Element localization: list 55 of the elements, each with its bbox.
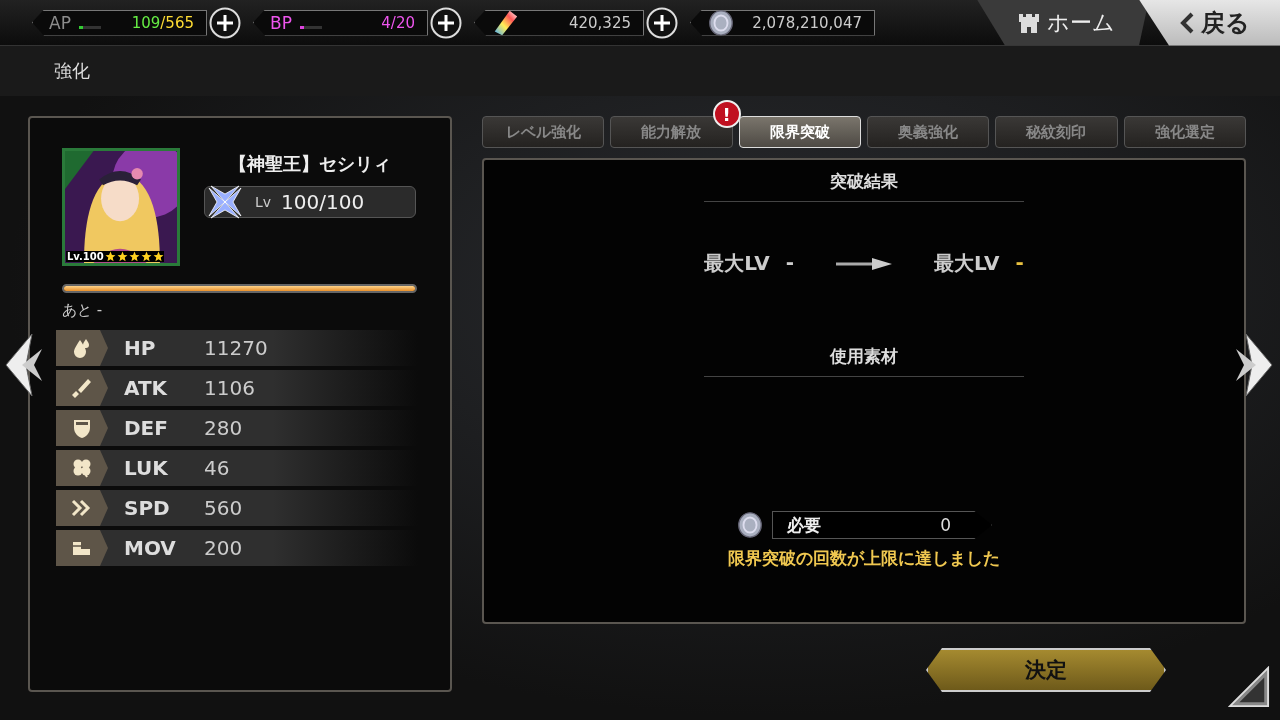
stat-label: SPD bbox=[123, 496, 171, 520]
tab[interactable]: レベル強化 bbox=[482, 116, 605, 148]
cost-label: 必要 bbox=[787, 513, 822, 537]
level-caption: Lv bbox=[255, 194, 272, 210]
star-icon bbox=[116, 251, 128, 262]
resource-value: 2,078,210,047 bbox=[751, 13, 862, 32]
cost-value: 0 bbox=[940, 515, 951, 535]
star-icon bbox=[152, 251, 164, 262]
resource-label: BP bbox=[270, 12, 292, 33]
level-label: Lv.100 bbox=[66, 251, 105, 262]
resource-value: 109/565 bbox=[130, 13, 194, 32]
plus-icon[interactable] bbox=[646, 6, 678, 39]
max-level-value: - bbox=[1015, 250, 1024, 276]
tab[interactable]: 強化選定 bbox=[1123, 116, 1246, 148]
confirm-button[interactable]: 決定 bbox=[926, 648, 1166, 692]
max-level-label: 最大LV bbox=[934, 250, 1000, 277]
resource-label: AP bbox=[49, 12, 71, 33]
coin-icon bbox=[736, 511, 764, 539]
section-heading: 突破結果 bbox=[704, 170, 1024, 202]
resource-value: 420,325 bbox=[567, 13, 631, 32]
tab[interactable]: 奥義強化 bbox=[867, 116, 990, 148]
stat-label: HP bbox=[123, 336, 157, 360]
stat-value: 11270 bbox=[204, 336, 268, 360]
corner-triangle-icon[interactable] bbox=[1228, 666, 1270, 708]
stat-value: 560 bbox=[204, 496, 243, 520]
stat-value: 46 bbox=[204, 456, 230, 480]
remaining-exp: あと - bbox=[62, 301, 103, 320]
tab[interactable]: 秘紋刻印 bbox=[995, 116, 1118, 148]
star-icon bbox=[104, 251, 116, 262]
sword-icon bbox=[70, 376, 94, 400]
stat-value: 1106 bbox=[204, 376, 255, 400]
stat-value: 200 bbox=[204, 536, 243, 560]
level-value: 100/100 bbox=[281, 190, 365, 214]
star-icon bbox=[140, 251, 152, 262]
limit-message: 限界突破の回数が上限に達しました bbox=[728, 547, 1000, 570]
stat-label: MOV bbox=[123, 536, 177, 560]
max-level-label: 最大LV bbox=[704, 250, 770, 277]
page-title: 強化 bbox=[0, 46, 1280, 96]
section-heading: 使用素材 bbox=[704, 345, 1024, 377]
resource-value: 4/20 bbox=[380, 13, 415, 32]
stat-value: 280 bbox=[204, 416, 243, 440]
alert-badge: ! bbox=[712, 100, 741, 128]
back-button[interactable]: 戻る bbox=[1139, 0, 1280, 46]
max-level-value: - bbox=[785, 250, 794, 276]
plus-icon[interactable] bbox=[209, 6, 241, 39]
coin-icon bbox=[707, 8, 735, 37]
star-icon bbox=[128, 251, 140, 262]
home-button[interactable]: ホーム bbox=[977, 0, 1149, 46]
tab[interactable]: 限界突破 bbox=[738, 116, 861, 148]
character-name: 【神聖王】セシリィ bbox=[228, 152, 392, 176]
stat-label: ATK bbox=[123, 376, 169, 400]
plus-icon[interactable] bbox=[430, 6, 462, 39]
stat-label: DEF bbox=[123, 416, 169, 440]
stat-label: LUK bbox=[123, 456, 169, 480]
chevron-left-icon bbox=[1179, 10, 1195, 35]
